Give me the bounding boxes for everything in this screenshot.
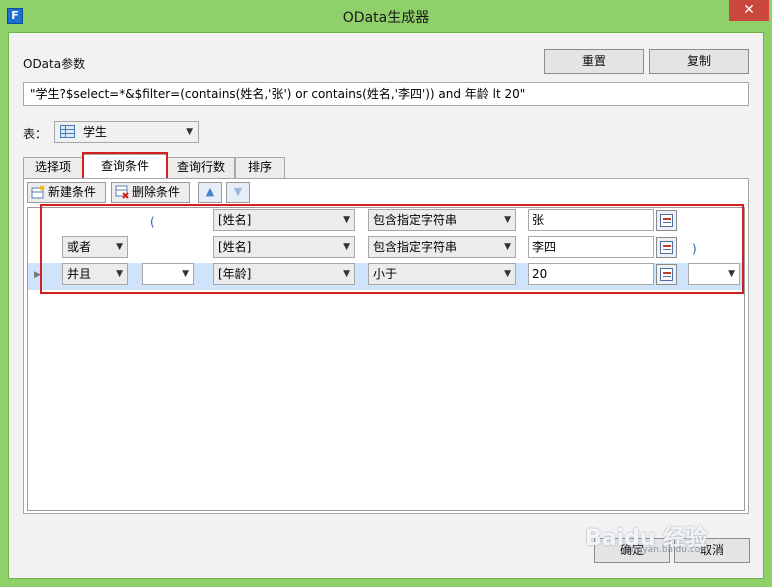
delete-condition-label: 删除条件	[132, 185, 181, 199]
close-button[interactable]: ✕	[729, 0, 769, 21]
conditions-panel: 新建条件 删除条件 ▲ ▼ ([姓名] ▼ 包含指定字符串 ▼ 张 或者 ▼ …	[23, 178, 749, 514]
watermark-url: jingyan.baidu.com	[626, 545, 710, 555]
conditions-grid: ( [姓名] ▼ 包含指定字符串 ▼ 张 或者 ▼ [姓名] ▼ 包含指定字符串…	[27, 204, 745, 511]
move-up-button[interactable]: ▲	[198, 182, 222, 203]
window-title: OData生成器	[342, 10, 430, 26]
chevron-down-icon: ▼	[186, 127, 193, 137]
new-condition-icon	[31, 185, 45, 199]
reset-button[interactable]: 重置	[544, 49, 644, 74]
delete-condition-button[interactable]: 删除条件	[111, 182, 190, 203]
table-label: 表：	[23, 127, 48, 141]
table-select-value: 学生	[83, 125, 108, 139]
new-condition-label: 新建条件	[48, 185, 97, 199]
tab-query-rows[interactable]: 查询行数	[167, 157, 235, 178]
odata-query-field[interactable]: "学生?$select=*&$filter=(contains(姓名,'张') …	[23, 82, 749, 106]
arrow-up-icon: ▲	[205, 185, 215, 198]
tab-select-items[interactable]: 选择项	[23, 157, 83, 178]
delete-condition-icon	[115, 185, 129, 199]
move-down-button[interactable]: ▼	[226, 182, 250, 203]
table-grid-icon	[60, 125, 75, 138]
table-select[interactable]: 学生 ▼	[54, 121, 199, 143]
title-bar: F OData生成器 ✕	[0, 0, 772, 32]
arrow-down-icon: ▼	[233, 185, 243, 198]
copy-button[interactable]: 复制	[649, 49, 749, 74]
tab-highlight-box	[82, 152, 168, 180]
window-frame: F OData生成器 ✕ OData参数 重置 复制 "学生?$select=*…	[0, 0, 772, 587]
conditions-toolbar: 新建条件 删除条件 ▲ ▼	[27, 182, 745, 204]
odata-params-label: OData参数	[23, 57, 86, 71]
tab-sort[interactable]: 排序	[235, 157, 285, 178]
conditions-highlight-box	[40, 204, 744, 294]
dialog-body: OData参数 重置 复制 "学生?$select=*&$filter=(con…	[8, 32, 764, 579]
new-condition-button[interactable]: 新建条件	[27, 182, 106, 203]
